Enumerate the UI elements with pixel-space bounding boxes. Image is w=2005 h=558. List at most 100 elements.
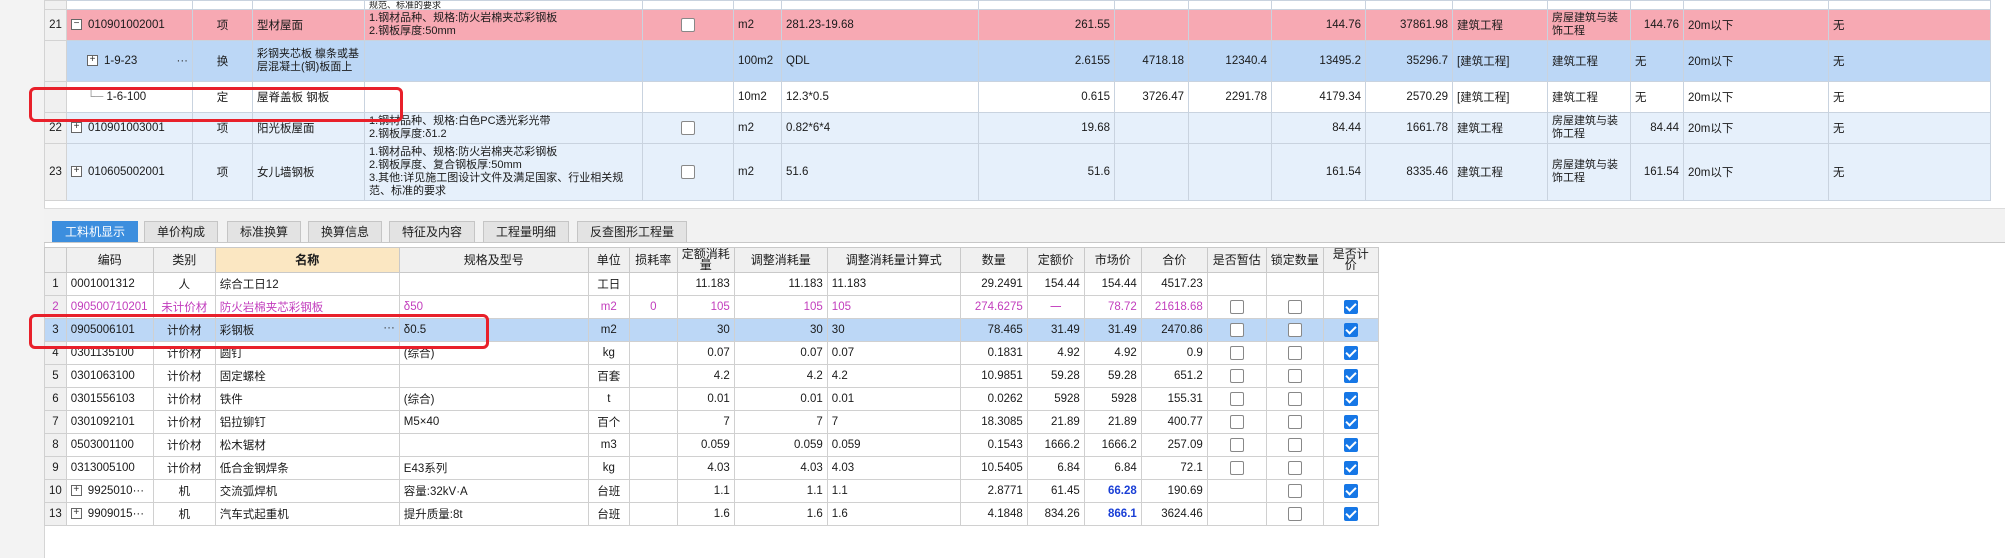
- header-market-price[interactable]: 市场价: [1083, 247, 1142, 273]
- tab-conversion-info[interactable]: 换算信息: [308, 221, 383, 242]
- res-name[interactable]: 低合金钢焊条: [214, 456, 400, 480]
- item-last: 无: [1828, 112, 1991, 144]
- lock-quantity-checkbox[interactable]: [1287, 507, 1302, 521]
- tab-features[interactable]: 特征及内容: [389, 221, 476, 242]
- quota-category2: 建筑工程: [1547, 40, 1631, 82]
- res-adj-formula-text: 0.01: [831, 393, 855, 405]
- res-est-cell: [1206, 387, 1267, 411]
- table-row-21[interactable]: 21 −010901002001 项 型材屋面 1.钢材品种、规格:防火岩棉夹芯…: [44, 9, 1991, 41]
- header-adjusted-formula[interactable]: 调整消耗量计算式: [826, 247, 961, 273]
- header-code[interactable]: 编码: [65, 247, 154, 273]
- res-code-text: 0313005100: [70, 462, 135, 474]
- res-market-price-text: 31.49: [1108, 324, 1137, 336]
- header-quota-consumption[interactable]: 定额消耗量: [676, 247, 735, 273]
- header-is-priced[interactable]: 是否计价: [1322, 247, 1379, 273]
- tab-quantity-detail[interactable]: 工程量明细: [483, 221, 570, 242]
- checkbox[interactable]: [681, 121, 695, 135]
- expand-icon[interactable]: +: [71, 166, 82, 178]
- collapse-icon[interactable]: −: [71, 19, 82, 31]
- is-priced-checkbox[interactable]: [1343, 507, 1358, 521]
- is-priced-checkbox[interactable]: [1343, 461, 1358, 475]
- header-spec[interactable]: 规格及型号: [398, 247, 589, 273]
- res-name[interactable]: 汽车式起重机: [214, 502, 400, 526]
- lock-quantity-checkbox[interactable]: [1287, 323, 1302, 337]
- expand-icon[interactable]: +: [87, 55, 98, 67]
- header-name[interactable]: 名称: [214, 247, 400, 273]
- is-priced-checkbox[interactable]: [1343, 346, 1358, 360]
- res-total-text: 21618.68: [1154, 301, 1203, 313]
- quota-expr: QDL: [781, 40, 979, 82]
- lock-quantity-checkbox[interactable]: [1287, 300, 1302, 314]
- res-name[interactable]: 综合工日12: [214, 272, 400, 296]
- header-category[interactable]: 类别: [152, 247, 216, 273]
- res-market-price-text: 66.28: [1108, 485, 1137, 497]
- resource-row[interactable]: 9 0313005100 计价材 低合金钢焊条 E43系列 kg 4.03 4.03 4.03 1…: [44, 456, 1379, 480]
- tab-unit-price[interactable]: 单价构成: [144, 221, 219, 242]
- table-row-23[interactable]: 23 +010605002001 项 女儿墙钢板 1.钢材品种、规格:防火岩棉夹…: [44, 143, 1991, 201]
- checkbox[interactable]: [681, 165, 695, 179]
- header-quota-price[interactable]: 定额价: [1026, 247, 1085, 273]
- table-row-1-9-23[interactable]: +1-9-23 ··· 换 彩钢夹芯板 檩条或基层混凝土(钢)板面上 100m2 …: [44, 40, 1991, 82]
- lock-quantity-checkbox[interactable]: [1287, 415, 1302, 429]
- lock-quantity-checkbox[interactable]: [1287, 438, 1302, 452]
- res-name[interactable]: 铝拉铆钉: [214, 410, 400, 434]
- header-quantity[interactable]: 数量: [959, 247, 1028, 273]
- expand-icon[interactable]: +: [71, 122, 82, 134]
- estimated-checkbox[interactable]: [1229, 461, 1244, 475]
- is-priced-checkbox[interactable]: [1343, 369, 1358, 383]
- header-is-estimated[interactable]: 是否暂估: [1206, 247, 1267, 273]
- res-adj-formula-text: 0.059: [831, 439, 861, 451]
- is-priced-checkbox[interactable]: [1343, 484, 1358, 498]
- resource-row[interactable]: 7 0301092101 计价材 铝拉铆钉 M5×40 百个 7 7 7 18.3085 21.89…: [44, 410, 1379, 434]
- res-total: 21618.68: [1140, 295, 1208, 319]
- estimated-checkbox[interactable]: [1229, 392, 1244, 406]
- header-loss-rate[interactable]: 损耗率: [628, 247, 678, 273]
- resource-row[interactable]: 8 0503001100 计价材 松木锯材 m3 0.059 0.059 0.059 0.154…: [44, 433, 1379, 457]
- estimated-checkbox[interactable]: [1229, 346, 1244, 360]
- resource-row[interactable]: 1 0001001312 人 综合工日12 工日 11.183 11.183 11.183 29…: [44, 272, 1379, 296]
- is-priced-checkbox[interactable]: [1343, 392, 1358, 406]
- res-category-text: 机: [178, 509, 191, 521]
- res-name[interactable]: 固定螺栓: [214, 364, 400, 388]
- res-quota-price: 154.44: [1026, 272, 1085, 296]
- estimated-checkbox[interactable]: [1229, 300, 1244, 314]
- expand-icon[interactable]: +: [70, 485, 82, 497]
- header-total-price[interactable]: 合价: [1140, 247, 1208, 273]
- is-priced-checkbox[interactable]: [1343, 323, 1358, 337]
- res-name[interactable]: 松木锯材: [214, 433, 400, 457]
- lock-quantity-checkbox[interactable]: [1287, 461, 1302, 475]
- resource-row[interactable]: 6 0301556103 计价材 铁件 (综合) t 0.01 0.01 0.01 0.0262 5…: [44, 387, 1379, 411]
- is-priced-checkbox[interactable]: [1343, 300, 1358, 314]
- header-adjusted-consumption[interactable]: 调整消耗量: [733, 247, 828, 273]
- header-lock-quantity[interactable]: 锁定数量: [1265, 247, 1324, 273]
- estimated-checkbox[interactable]: [1229, 415, 1244, 429]
- tab-reverse-lookup[interactable]: 反查图形工程量: [577, 221, 688, 242]
- checkbox[interactable]: [681, 18, 695, 32]
- estimated-checkbox[interactable]: [1229, 438, 1244, 452]
- header-unit[interactable]: 单位: [587, 247, 630, 273]
- res-name[interactable]: 铁件: [214, 387, 400, 411]
- resource-row[interactable]: 13 +9909015··· 机 汽车式起重机 提升质量:8t 台班 1.6 1.6 1.6 4.…: [44, 502, 1379, 526]
- is-priced-checkbox[interactable]: [1343, 415, 1358, 429]
- more-icon[interactable]: ···: [177, 55, 189, 67]
- lock-quantity-checkbox[interactable]: [1287, 484, 1302, 498]
- tab-standard-conversion[interactable]: 标准换算: [227, 221, 302, 242]
- res-spec: [398, 272, 589, 296]
- res-code-text: 0001001312: [70, 278, 135, 290]
- estimated-checkbox[interactable]: [1229, 369, 1244, 383]
- res-lock-cell: [1265, 433, 1324, 457]
- tab-labor-material-machine[interactable]: 工料机显示: [52, 221, 139, 242]
- resource-row[interactable]: 10 +9925010··· 机 交流弧焊机 容量:32kV·A 台班 1.1 1.1 1.1 2…: [44, 479, 1379, 503]
- estimated-checkbox[interactable]: [1229, 323, 1244, 337]
- lock-quantity-checkbox[interactable]: [1287, 392, 1302, 406]
- expand-icon[interactable]: +: [70, 508, 82, 520]
- lock-quantity-checkbox[interactable]: [1287, 346, 1302, 360]
- lock-quantity-checkbox[interactable]: [1287, 369, 1302, 383]
- res-price-cell: [1322, 364, 1379, 388]
- res-loss-text: 0: [650, 301, 657, 313]
- is-priced-checkbox[interactable]: [1343, 438, 1358, 452]
- res-name[interactable]: 交流弧焊机: [214, 479, 400, 503]
- res-total: 3624.46: [1140, 502, 1208, 526]
- res-quota-qty-text: 0.07: [707, 347, 730, 359]
- resource-row[interactable]: 5 0301063100 计价材 固定螺栓 百套 4.2 4.2 4.2 10.9851 59.2…: [44, 364, 1379, 388]
